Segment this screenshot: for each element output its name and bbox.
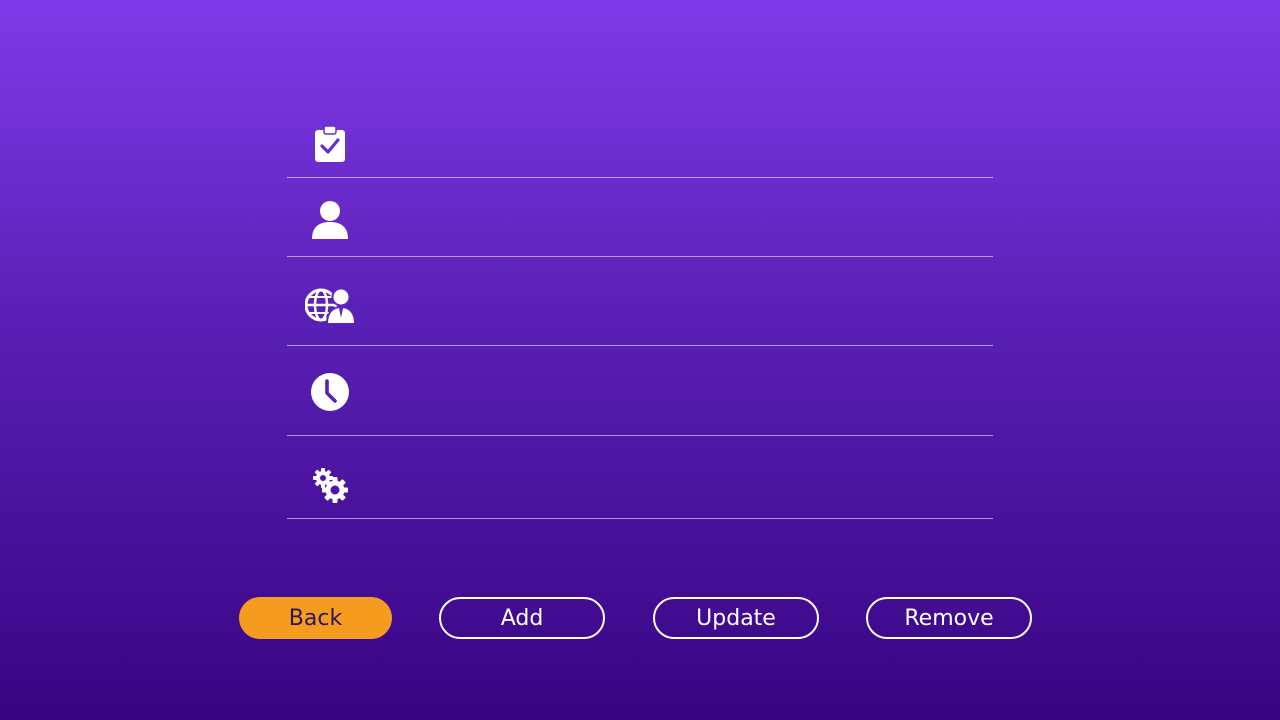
back-button[interactable]: Back: [239, 597, 392, 639]
add-button[interactable]: Add: [439, 597, 605, 639]
user-input[interactable]: [377, 202, 983, 232]
update-button[interactable]: Update: [653, 597, 819, 639]
form-row-settings: [287, 436, 993, 519]
globe-person-icon: [305, 285, 355, 325]
form-row-region: [287, 257, 993, 346]
task-input[interactable]: [377, 130, 983, 160]
region-input[interactable]: [377, 287, 983, 317]
clipboard-check-icon: [305, 124, 355, 164]
form-row-time: [287, 346, 993, 436]
settings-input[interactable]: [377, 466, 983, 496]
remove-button[interactable]: Remove: [866, 597, 1032, 639]
gears-icon: [305, 466, 355, 504]
time-input[interactable]: [377, 376, 983, 406]
clock-icon: [305, 371, 355, 413]
form-row-task: [287, 110, 993, 178]
form-row-user: [287, 178, 993, 257]
user-icon: [305, 198, 355, 240]
